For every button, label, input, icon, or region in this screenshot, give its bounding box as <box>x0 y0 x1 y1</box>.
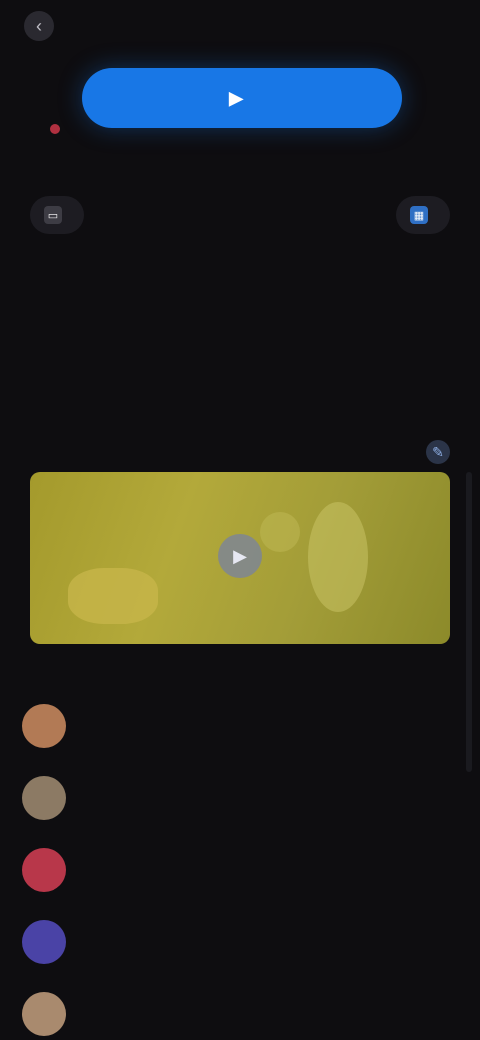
list-item[interactable] <box>22 762 462 834</box>
list-item[interactable] <box>22 906 462 978</box>
toggle-option-1[interactable]: ▭ <box>30 196 84 234</box>
list-item[interactable] <box>22 978 462 1040</box>
section-header: ✎ <box>30 440 450 464</box>
avatar <box>22 920 66 964</box>
media-preview[interactable]: ▶ <box>30 472 450 644</box>
monitor-icon: ▭ <box>44 206 62 224</box>
info-stat <box>402 282 480 300</box>
mode-toggle-row: ▭ ▦ <box>30 196 450 236</box>
play-icon[interactable]: ▶ <box>218 534 262 578</box>
avatar <box>22 776 66 820</box>
edit-icon[interactable]: ✎ <box>426 440 450 464</box>
media-shape <box>260 512 300 552</box>
app-screen: ‹ ▶ ▭ ▦ ✎ ▶ <box>0 0 480 1040</box>
avatar <box>22 704 66 748</box>
list-item[interactable] <box>22 834 462 906</box>
avatar <box>22 992 66 1036</box>
video-camera-icon: ▶ <box>229 87 243 108</box>
grid-icon: ▦ <box>410 206 428 224</box>
media-shape <box>68 568 158 624</box>
contact-list <box>22 690 462 1040</box>
scrollbar[interactable] <box>466 472 472 772</box>
info-block <box>28 286 198 288</box>
start-call-button[interactable]: ▶ <box>82 68 402 128</box>
toggle-option-2[interactable]: ▦ <box>396 196 450 234</box>
avatar <box>22 848 66 892</box>
hint-indicator <box>50 124 60 134</box>
top-bar: ‹ <box>24 10 444 42</box>
back-arrow-icon[interactable]: ‹ <box>24 11 54 41</box>
media-shape <box>308 502 368 612</box>
list-item[interactable] <box>22 690 462 762</box>
